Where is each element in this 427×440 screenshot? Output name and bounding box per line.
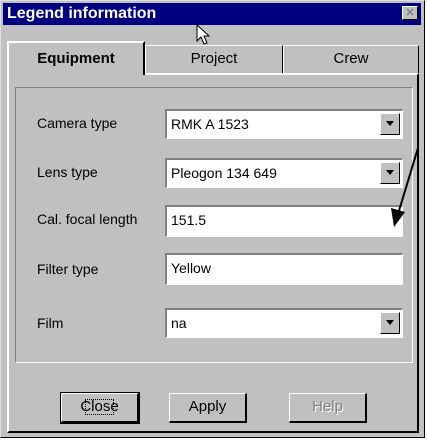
chevron-down-icon bbox=[386, 170, 394, 175]
lens-type-select[interactable]: Pleogon 134 649 bbox=[165, 158, 403, 188]
chevron-down-icon bbox=[386, 121, 394, 126]
chevron-down-icon bbox=[386, 320, 394, 325]
apply-button[interactable]: Apply bbox=[169, 393, 247, 423]
filter-type-label: Filter type bbox=[37, 261, 99, 277]
window-title: Legend information bbox=[7, 5, 157, 22]
focal-length-value: 151.5 bbox=[171, 212, 207, 228]
camera-type-label: Camera type bbox=[37, 115, 118, 131]
help-button[interactable]: Help bbox=[289, 393, 367, 423]
mouse-cursor-icon bbox=[196, 24, 211, 45]
title-bar[interactable]: Legend information ✕ bbox=[3, 3, 421, 25]
film-value: na bbox=[171, 315, 187, 331]
filter-type-value: Yellow bbox=[171, 260, 211, 276]
film-dropdown-button[interactable] bbox=[380, 312, 400, 334]
lens-type-label: Lens type bbox=[37, 164, 98, 180]
legend-information-dialog: Legend information ✕ Equipment Project C… bbox=[0, 0, 425, 438]
film-label: Film bbox=[37, 315, 64, 331]
tab-project[interactable]: Project bbox=[145, 45, 283, 73]
camera-type-dropdown-button[interactable] bbox=[380, 113, 400, 135]
close-button[interactable]: Close bbox=[60, 392, 140, 424]
filter-type-input[interactable]: Yellow bbox=[165, 253, 403, 285]
film-select[interactable]: na bbox=[165, 308, 403, 338]
camera-type-value: RMK A 1523 bbox=[171, 116, 249, 132]
lens-type-dropdown-button[interactable] bbox=[380, 162, 400, 184]
close-button-label: Close bbox=[80, 394, 119, 420]
camera-type-select[interactable]: RMK A 1523 bbox=[165, 109, 403, 139]
focal-length-input[interactable]: 151.5 bbox=[165, 205, 403, 237]
tab-equipment[interactable]: Equipment bbox=[7, 41, 145, 75]
tab-strip: Equipment Project Crew bbox=[7, 41, 419, 75]
focal-length-label: Cal. focal length bbox=[37, 211, 138, 227]
lens-type-value: Pleogon 134 649 bbox=[171, 165, 277, 181]
window-close-button[interactable]: ✕ bbox=[402, 6, 418, 20]
tab-crew[interactable]: Crew bbox=[283, 45, 419, 73]
